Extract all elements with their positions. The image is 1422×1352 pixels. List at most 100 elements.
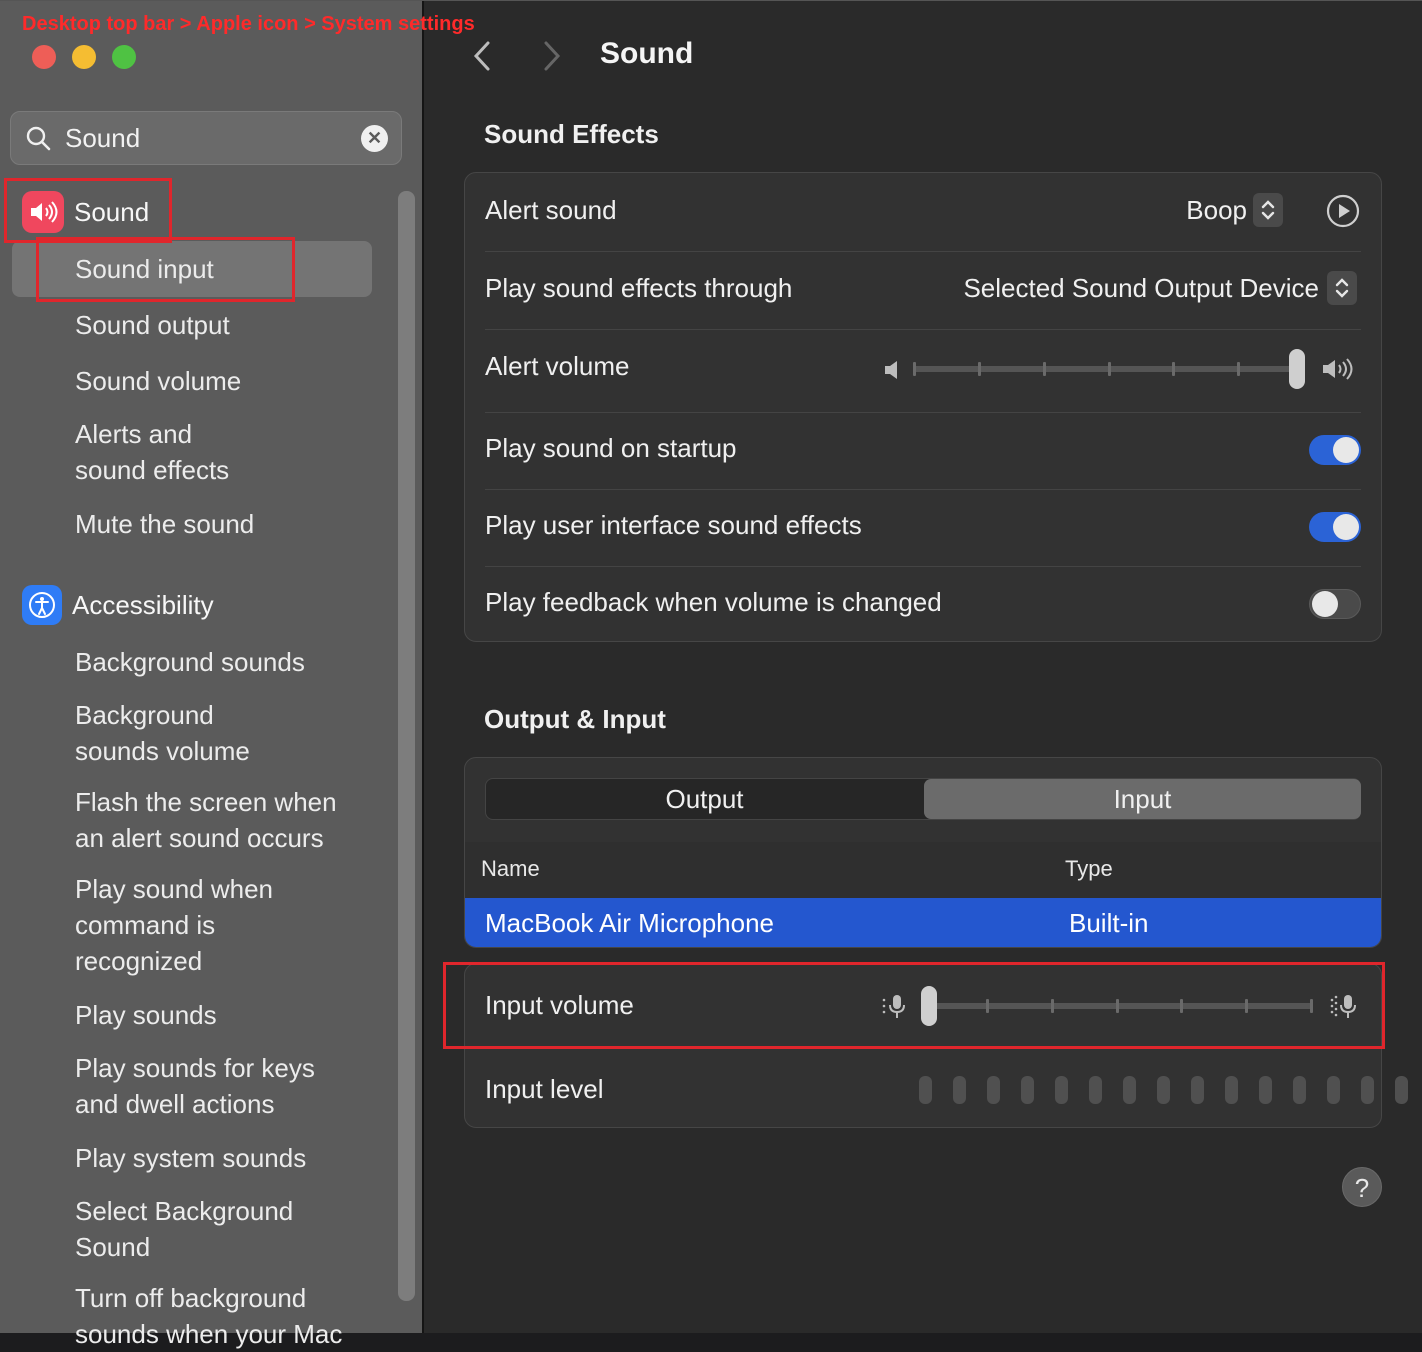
sidebar-category-label: Sound [74,196,150,227]
slider-tick [1237,362,1241,376]
sidebar-item-mute-sound[interactable]: Mute the sound [75,506,395,542]
sidebar-item-sound-volume[interactable]: Sound volume [75,363,395,399]
level-bar [1293,1076,1306,1104]
alert-sound-popup[interactable]: Boop [1186,195,1247,226]
sidebar-item-play-sound-command[interactable]: Play sound when command is recognized [75,871,395,979]
level-bar [1191,1076,1204,1104]
sidebar-item-select-background-sound[interactable]: Select Background Sound [75,1193,395,1265]
sidebar-item-background-sounds-volume[interactable]: Background sounds volume [75,697,395,769]
device-name: MacBook Air Microphone [485,908,775,938]
sidebar-item-sound[interactable]: Sound [22,191,149,233]
feedback-toggle[interactable] [1309,589,1361,619]
tab-input[interactable]: Input [924,779,1361,819]
column-header-type[interactable]: Type [1065,856,1113,882]
search-input[interactable] [65,120,345,156]
level-bar [1327,1076,1340,1104]
sidebar-item-play-sounds[interactable]: Play sounds [75,997,395,1033]
search-icon [26,126,51,151]
level-bar [1361,1076,1374,1104]
column-header-name[interactable]: Name [481,856,540,882]
feedback-row: Play feedback when volume is changed [485,585,1361,625]
play-through-popup[interactable]: Selected Sound Output Device [963,273,1319,304]
table-row[interactable]: MacBook Air Microphone Built-in [465,898,1381,947]
play-preview-icon[interactable] [1325,193,1361,229]
sidebar-item-play-sounds-keys[interactable]: Play sounds for keys and dwell actions [75,1050,395,1122]
level-bar [1089,1076,1102,1104]
sidebar-item-accessibility[interactable]: Accessibility [22,585,214,625]
level-bar [1055,1076,1068,1104]
input-settings-card: Input volume Input level [464,963,1408,1128]
slider-thumb[interactable] [1289,349,1305,389]
system-settings-window: ✕ Sound Sound input Sound output Sound v… [0,0,1422,1349]
level-bar [1225,1076,1238,1104]
level-bar [953,1076,966,1104]
slider-tick [1245,999,1249,1013]
input-volume-row: Input volume [485,984,1361,1028]
slider-thumb[interactable] [921,986,937,1026]
input-level-label: Input level [485,1074,604,1104]
minimize-window-button[interactable] [72,45,96,69]
alert-sound-row: Alert sound Boop [485,193,1361,233]
toggle-knob [1333,514,1359,540]
ui-effects-toggle[interactable] [1309,512,1361,542]
play-through-row: Play sound effects through Selected Soun… [485,271,1361,311]
toggle-knob [1312,591,1338,617]
row-divider [485,412,1361,413]
sidebar-item-background-sounds[interactable]: Background sounds [75,644,395,680]
row-divider [485,329,1361,330]
slider-tick [1115,999,1119,1013]
annotation-breadcrumb: Desktop top bar > Apple icon > System se… [22,13,475,35]
up-down-chevron-icon[interactable] [1253,193,1283,227]
microphone-high-icon [1330,995,1356,1018]
sidebar-item-sound-output[interactable]: Sound output [75,307,395,343]
row-divider [485,1048,1361,1049]
slider-tick [1050,999,1054,1013]
level-bar [1123,1076,1136,1104]
clear-search-icon[interactable]: ✕ [361,125,388,152]
play-through-label: Play sound effects through [485,273,793,303]
input-level-row: Input level [485,1068,1408,1112]
tab-output[interactable]: Output [486,779,923,819]
main-panel: Sound Sound Effects Alert sound Boop Pla… [424,1,1422,1333]
zoom-window-button[interactable] [112,45,136,69]
slider-tick [1107,362,1111,376]
help-button[interactable]: ? [1342,1167,1382,1207]
forward-chevron-icon[interactable] [536,39,566,73]
ui-effects-row: Play user interface sound effects [485,508,1361,548]
alert-volume-slider[interactable] [913,347,1305,391]
sidebar-item-alerts-sound-effects[interactable]: Alerts and sound effects [75,416,395,488]
sidebar-item-sound-input[interactable]: Sound input [75,251,395,287]
sidebar-item-flash-screen[interactable]: Flash the screen when an alert sound occ… [75,784,395,856]
sound-effects-heading: Sound Effects [484,119,659,149]
search-field[interactable]: ✕ [10,111,402,165]
sidebar-scrollbar[interactable] [398,191,415,1301]
row-divider [485,251,1361,252]
up-down-chevron-icon[interactable] [1327,271,1357,305]
row-divider [485,566,1361,567]
close-window-button[interactable] [32,45,56,69]
level-bar [919,1076,932,1104]
slider-tick [985,999,989,1013]
device-type: Built-in [1069,908,1149,938]
speaker-low-icon [885,361,897,379]
accessibility-icon [22,585,62,625]
toggle-knob [1333,437,1359,463]
alert-sound-label: Alert sound [485,195,617,225]
slider-tick [977,362,981,376]
ui-effects-label: Play user interface sound effects [485,510,862,540]
alert-volume-label: Alert volume [485,351,630,381]
sidebar: ✕ Sound Sound input Sound output Sound v… [0,1,422,1349]
level-bar [1021,1076,1034,1104]
input-volume-slider[interactable] [921,984,1313,1028]
row-divider [485,489,1361,490]
sidebar-item-play-system-sounds[interactable]: Play system sounds [75,1140,395,1176]
back-chevron-icon[interactable] [468,39,498,73]
feedback-label: Play feedback when volume is changed [485,587,942,617]
slider-tick [1172,362,1176,376]
input-volume-label: Input volume [485,990,634,1020]
slider-tick [1310,999,1313,1013]
level-bar [1259,1076,1272,1104]
input-level-meter [859,1076,1408,1104]
startup-toggle[interactable] [1309,435,1361,465]
sidebar-item-turn-off-background[interactable]: Turn off background sounds when your Mac [75,1280,395,1352]
